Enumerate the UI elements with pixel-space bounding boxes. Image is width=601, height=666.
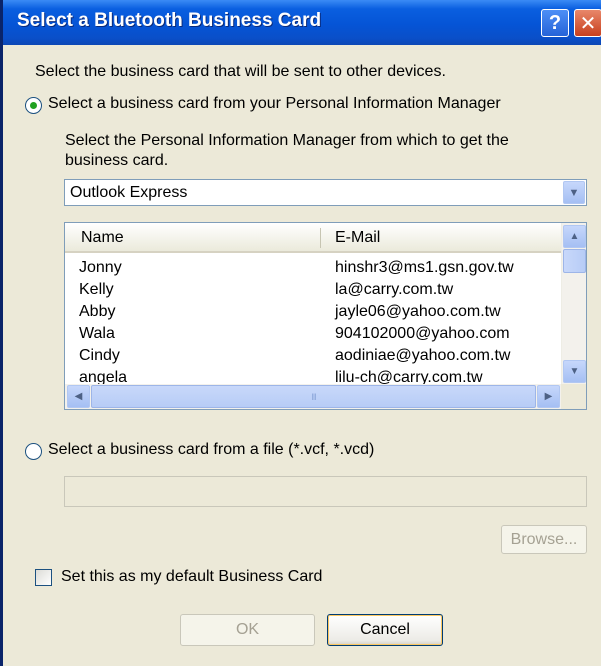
- radio-pim-label[interactable]: Select a business card from your Persona…: [48, 95, 501, 113]
- contact-name: Abby: [79, 303, 116, 320]
- radio-file[interactable]: [25, 443, 42, 460]
- list-item[interactable]: Wala 904102000@yahoo.com: [65, 325, 561, 347]
- radio-pim-dot: [30, 102, 37, 109]
- contact-email: hinshr3@ms1.gsn.gov.tw: [335, 259, 514, 276]
- contact-email: 904102000@yahoo.com: [335, 325, 510, 342]
- contact-name: angela: [79, 369, 128, 385]
- list-item[interactable]: Abby jayle06@yahoo.com.tw: [65, 303, 561, 325]
- contact-email: la@carry.com.tw: [335, 281, 454, 298]
- vertical-scroll-thumb[interactable]: [563, 249, 586, 273]
- cancel-button[interactable]: Cancel: [327, 614, 443, 646]
- list-item[interactable]: angela lilu-ch@carry.com.tw: [65, 369, 561, 385]
- pim-dropdown[interactable]: Outlook Express ▼: [64, 179, 587, 206]
- close-icon: ✕: [579, 12, 597, 35]
- title-bar[interactable]: Select a Bluetooth Business Card ? ✕: [3, 0, 601, 45]
- help-icon: ?: [548, 11, 562, 34]
- column-header-name[interactable]: Name: [81, 229, 124, 247]
- contact-name: Cindy: [79, 347, 120, 364]
- contact-email: lilu-ch@carry.com.tw: [335, 369, 483, 385]
- close-button[interactable]: ✕: [574, 9, 601, 37]
- list-item[interactable]: Jonny hinshr3@ms1.gsn.gov.tw: [65, 259, 561, 281]
- contact-email: aodiniae@yahoo.com.tw: [335, 347, 511, 364]
- radio-pim[interactable]: [25, 97, 42, 114]
- list-header: Name E-Mail: [65, 223, 561, 253]
- intro-text: Select the business card that will be se…: [35, 63, 446, 80]
- chevron-down-icon[interactable]: ▼: [563, 181, 585, 204]
- contact-name: Jonny: [79, 259, 122, 276]
- ok-button: OK: [180, 614, 315, 646]
- grip-icon: III: [311, 391, 316, 402]
- pim-select-label: Select the Personal Information Manager …: [65, 132, 509, 169]
- contact-name: Kelly: [79, 281, 114, 298]
- horizontal-scrollbar[interactable]: ◀ III ▶: [65, 384, 586, 409]
- window-title: Select a Bluetooth Business Card: [17, 10, 322, 31]
- help-button[interactable]: ?: [541, 9, 569, 37]
- list-item[interactable]: Kelly la@carry.com.tw: [65, 281, 561, 303]
- scroll-up-icon[interactable]: ▲: [563, 225, 586, 248]
- horizontal-scroll-thumb[interactable]: III: [91, 385, 536, 408]
- file-path-input: [64, 476, 587, 507]
- pim-dropdown-value: Outlook Express: [70, 184, 188, 201]
- browse-button: Browse...: [501, 525, 587, 554]
- scroll-left-icon[interactable]: ◀: [67, 385, 90, 408]
- contacts-list[interactable]: Name E-Mail Jonny hinshr3@ms1.gsn.gov.tw…: [64, 222, 587, 410]
- default-card-label[interactable]: Set this as my default Business Card: [61, 568, 322, 586]
- column-header-email[interactable]: E-Mail: [335, 229, 380, 247]
- default-card-checkbox[interactable]: [35, 569, 52, 586]
- contact-name: Wala: [79, 325, 115, 342]
- scroll-right-icon[interactable]: ▶: [537, 385, 560, 408]
- list-rows: Jonny hinshr3@ms1.gsn.gov.tw Kelly la@ca…: [65, 259, 561, 385]
- radio-file-label[interactable]: Select a business card from a file (*.vc…: [48, 441, 374, 459]
- column-divider[interactable]: [320, 228, 321, 248]
- dialog-window: Select a Bluetooth Business Card ? ✕ Sel…: [0, 0, 601, 666]
- scroll-down-icon[interactable]: ▼: [563, 360, 586, 383]
- list-item[interactable]: Cindy aodiniae@yahoo.com.tw: [65, 347, 561, 369]
- vertical-scrollbar[interactable]: ▲ ▼: [561, 223, 586, 385]
- scroll-corner: [561, 384, 586, 409]
- contact-email: jayle06@yahoo.com.tw: [335, 303, 501, 320]
